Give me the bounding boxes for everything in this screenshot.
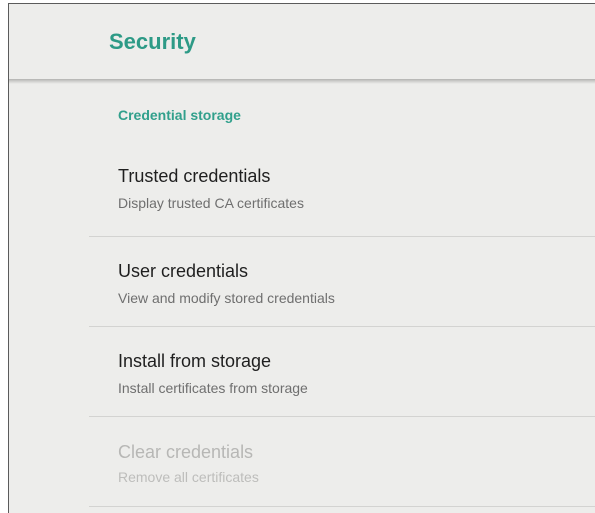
pref-item-summary: Remove all certificates xyxy=(118,469,259,485)
pref-item-title: Clear credentials xyxy=(118,442,254,462)
divider xyxy=(89,236,595,237)
divider xyxy=(89,326,595,327)
pref-item-clear-credentials: Clear credentials Remove all certificate… xyxy=(89,440,595,507)
section-header-credential-storage: Credential storage xyxy=(118,107,241,123)
pref-item-trusted-credentials[interactable]: Trusted credentials Display trusted CA c… xyxy=(89,164,595,236)
pref-item-title: Trusted credentials xyxy=(118,166,271,186)
page-title: Security xyxy=(109,29,196,54)
divider xyxy=(89,416,595,417)
pref-item-summary: Install certificates from storage xyxy=(118,380,308,396)
pref-item-user-credentials[interactable]: User credentials View and modify stored … xyxy=(89,259,595,326)
pref-item-summary: View and modify stored credentials xyxy=(118,290,335,306)
settings-screen: Security Credential storage Trusted cred… xyxy=(8,3,595,513)
pref-item-title: Install from storage xyxy=(118,351,272,371)
app-bar-shadow xyxy=(9,79,595,84)
pref-item-install-from-storage[interactable]: Install from storage Install certificate… xyxy=(89,349,595,416)
pref-item-summary: Display trusted CA certificates xyxy=(118,195,304,211)
pref-item-title: User credentials xyxy=(118,261,249,281)
app-bar: Security xyxy=(9,4,595,80)
divider xyxy=(89,506,595,507)
